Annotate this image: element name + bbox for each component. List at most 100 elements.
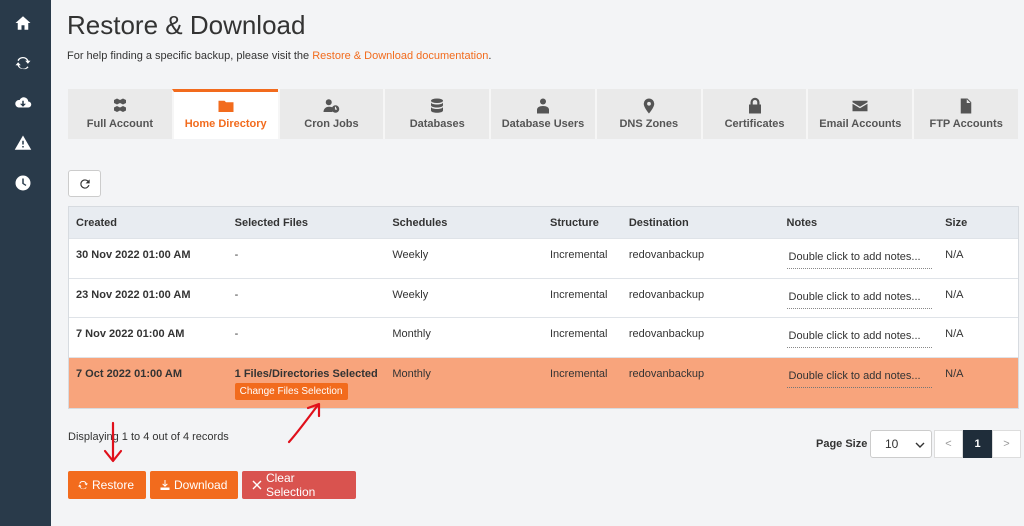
clear-selection-label: Clear Selection	[265, 471, 316, 499]
notes-editable[interactable]: Double click to add notes...	[786, 288, 932, 309]
notes-cell: Double click to add notes...	[780, 358, 939, 408]
selected-files-count: 1 Files/Directories Selected	[234, 367, 378, 380]
schedule-cell: Weekly	[392, 288, 429, 301]
page-1-button[interactable]: 1	[963, 430, 992, 458]
table-row[interactable]: 23 Nov 2022 01:00 AM - Weekly Incrementa…	[69, 277, 1018, 318]
selected-files-cell: -	[234, 328, 239, 340]
tab-home-directory[interactable]: Home Directory	[171, 89, 278, 139]
change-files-selection-button[interactable]: Change Files Selection	[234, 382, 348, 400]
tab-label: Cron Jobs	[304, 118, 359, 130]
selected-files-cell: -	[234, 288, 239, 301]
schedule-cell: Weekly	[392, 249, 429, 261]
clear-selection-button[interactable]: Clear Selection	[242, 471, 356, 499]
size-cell: N/A	[945, 367, 964, 380]
created-cell: 23 Nov 2022 01:00 AM	[76, 288, 191, 301]
column-header-selected-files[interactable]: Selected Files	[228, 217, 386, 229]
tab-ftp-accounts[interactable]: FTP Accounts	[912, 89, 1019, 139]
clock-icon[interactable]	[12, 172, 34, 194]
column-header-destination[interactable]: Destination	[622, 217, 780, 229]
tab-cron-jobs[interactable]: Cron Jobs	[277, 89, 384, 139]
notes-cell: Double click to add notes...	[780, 239, 939, 278]
tab-label: Databases	[409, 118, 465, 130]
notes-editable[interactable]: Double click to add notes...	[786, 367, 932, 388]
tab-full-account[interactable]: Full Account	[68, 89, 172, 139]
notes-editable[interactable]: Double click to add notes...	[786, 327, 932, 348]
sync-icon	[78, 480, 88, 490]
size-cell: N/A	[945, 328, 964, 340]
column-header-structure[interactable]: Structure	[543, 217, 622, 229]
file-icon	[956, 96, 976, 116]
refresh-icon	[79, 178, 90, 189]
download-label: Download	[174, 478, 228, 492]
tab-email-accounts[interactable]: Email Accounts	[806, 89, 913, 139]
prev-page-button[interactable]: <	[934, 430, 963, 458]
tab-label: DNS Zones	[619, 118, 679, 130]
structure-cell: Incremental	[550, 328, 608, 340]
database-icon	[427, 96, 447, 116]
user-clock-icon	[321, 96, 341, 116]
schedule-cell: Monthly	[392, 328, 431, 340]
created-cell: 7 Oct 2022 01:00 AM	[76, 367, 182, 380]
page-size-select[interactable]: 10	[870, 430, 932, 458]
structure-cell: Incremental	[550, 288, 608, 301]
help-prefix: For help finding a specific backup, plea…	[67, 50, 313, 62]
page-size-label: Page Size	[816, 438, 868, 450]
table-row[interactable]: 7 Nov 2022 01:00 AM - Monthly Incrementa…	[69, 317, 1018, 357]
notes-editable[interactable]: Double click to add notes...	[786, 248, 932, 269]
home-icon[interactable]	[12, 12, 34, 34]
tab-dns-zones[interactable]: DNS Zones	[594, 89, 701, 139]
records-count: Displaying 1 to 4 out of 4 records	[68, 431, 229, 443]
size-cell: N/A	[945, 249, 964, 261]
column-header-size[interactable]: Size	[938, 217, 1018, 229]
destination-cell: redovanbackup	[628, 249, 705, 261]
structure-cell: Incremental	[550, 367, 608, 380]
notes-cell: Double click to add notes...	[780, 318, 939, 357]
tab-label: Email Accounts	[819, 118, 902, 130]
selected-files-cell: 1 Files/Directories Selected Change File…	[228, 358, 386, 408]
restore-label: Restore	[92, 478, 135, 492]
backup-type-tabs: Full Account Home Directory Cron Jobs Da…	[68, 89, 1019, 139]
destination-cell: redovanbackup	[628, 288, 705, 301]
folder-icon	[216, 96, 236, 116]
refresh-button[interactable]	[68, 170, 101, 197]
download-icon	[160, 480, 170, 490]
warning-icon[interactable]	[12, 132, 34, 154]
table-row-selected[interactable]: 7 Oct 2022 01:00 AM 1 Files/Directories …	[69, 356, 1018, 408]
user-icon	[533, 96, 553, 116]
documentation-link[interactable]: Restore & Download documentation	[312, 50, 488, 62]
lock-icon	[745, 96, 765, 116]
table-row[interactable]: 30 Nov 2022 01:00 AM - Weekly Incrementa…	[69, 238, 1018, 278]
next-page-button[interactable]: >	[992, 430, 1021, 458]
map-marker-icon	[639, 96, 659, 116]
tab-certificates[interactable]: Certificates	[700, 89, 807, 139]
page-title: Restore & Download	[67, 10, 306, 40]
tab-label: FTP Accounts	[929, 118, 1003, 130]
destination-cell: redovanbackup	[628, 328, 705, 340]
help-suffix: .	[488, 50, 492, 62]
tab-label: Database Users	[501, 118, 585, 130]
notes-cell: Double click to add notes...	[780, 279, 939, 318]
sidebar	[0, 0, 51, 526]
close-icon	[252, 480, 262, 490]
cloud-download-icon[interactable]	[12, 92, 34, 114]
main-content: Restore & Download For help finding a sp…	[51, 0, 1024, 526]
destination-cell: redovanbackup	[628, 367, 705, 380]
download-button[interactable]: Download	[150, 471, 238, 499]
action-buttons: Restore Download Clear Selection	[68, 471, 356, 499]
created-cell: 7 Nov 2022 01:00 AM	[76, 328, 185, 340]
pagination: < 1 >	[934, 430, 1021, 458]
tab-label: Home Directory	[184, 118, 267, 130]
tab-databases[interactable]: Databases	[383, 89, 490, 139]
selected-files-cell: -	[234, 249, 239, 261]
column-header-notes[interactable]: Notes	[780, 217, 939, 229]
column-header-schedules[interactable]: Schedules	[385, 217, 543, 229]
restore-button[interactable]: Restore	[68, 471, 146, 499]
tab-label: Certificates	[724, 118, 785, 130]
sync-icon[interactable]	[12, 52, 34, 74]
help-text: For help finding a specific backup, plea…	[67, 50, 491, 62]
tab-database-users[interactable]: Database Users	[489, 89, 595, 139]
created-cell: 30 Nov 2022 01:00 AM	[76, 249, 191, 261]
column-header-created[interactable]: Created	[69, 217, 228, 229]
size-cell: N/A	[945, 288, 964, 301]
chevron-down-icon	[915, 442, 925, 448]
